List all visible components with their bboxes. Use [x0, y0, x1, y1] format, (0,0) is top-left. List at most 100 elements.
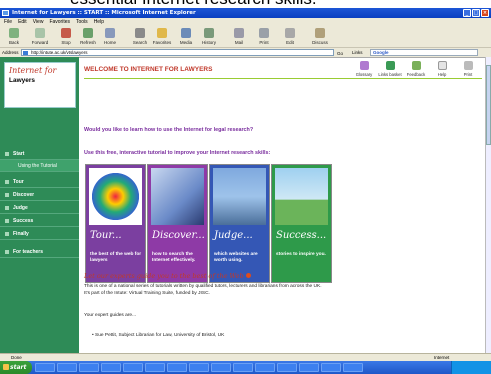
menu-edit[interactable]: Edit [18, 18, 27, 26]
back-button[interactable]: Back [4, 28, 24, 47]
nav-finally[interactable]: Finally [0, 228, 79, 240]
window-controls: _ □ × [463, 9, 489, 17]
help-label: Help [437, 72, 447, 77]
home-button[interactable]: Home [100, 28, 120, 47]
google-toolbar-field[interactable]: Google [370, 49, 478, 56]
edit-button[interactable]: Edit [280, 28, 300, 47]
nav-teachers-label: For teachers [13, 249, 44, 255]
task-button[interactable] [321, 363, 341, 372]
print-page-label: Print [463, 72, 473, 77]
refresh-button[interactable]: Refresh [78, 28, 98, 47]
task-button[interactable] [101, 363, 121, 372]
links-button[interactable]: Links [352, 48, 363, 57]
discuss-button[interactable]: Discuss [310, 28, 330, 47]
nav-judge[interactable]: Judge [0, 202, 79, 214]
card-tour-title: Tour... [90, 230, 122, 241]
favorites-label: Favorites [152, 40, 172, 45]
home-label: Home [103, 40, 116, 45]
tour-globe-image [89, 168, 142, 225]
nav-tour[interactable]: Tour [0, 176, 79, 188]
nav-success-label: Success [13, 218, 34, 224]
intro-text: Use this free, interactive tutorial to i… [84, 150, 271, 156]
card-tour-desc: the best of the web for lawyers [90, 252, 142, 263]
card-success[interactable]: Success... stories to inspire you. [271, 164, 332, 283]
utility-toolbar: Glossary Links basket Feedback Help Prin… [351, 61, 481, 77]
nav-tour-label: Tour [13, 179, 24, 185]
print-button[interactable]: Print [254, 28, 274, 47]
nav-judge-label: Judge [13, 205, 28, 211]
minimize-icon[interactable]: _ [463, 9, 471, 17]
card-success-desc: stories to inspire you. [276, 252, 326, 257]
card-discover[interactable]: Discover... how to search the Internet e… [147, 164, 208, 283]
task-button[interactable] [145, 363, 165, 372]
status-bar: Done Internet [0, 353, 491, 361]
feedback-button[interactable]: Feedback [403, 61, 429, 77]
search-label: Search [132, 40, 148, 45]
maximize-icon[interactable]: □ [472, 9, 480, 17]
task-button[interactable] [57, 363, 77, 372]
task-button[interactable] [189, 363, 209, 372]
vertical-scrollbar[interactable] [485, 57, 491, 353]
task-button[interactable] [255, 363, 275, 372]
menu-favorites[interactable]: Favorites [49, 18, 70, 26]
card-success-title: Success... [276, 230, 327, 241]
media-button[interactable]: Media [176, 28, 196, 47]
task-button[interactable] [277, 363, 297, 372]
nav-discover[interactable]: Discover [0, 189, 79, 201]
logo-line2: Lawyers [9, 77, 36, 84]
nav-start[interactable]: Start [0, 148, 79, 160]
back-arrow-icon [9, 28, 19, 38]
menu-file[interactable]: File [4, 18, 12, 26]
nav-success[interactable]: Success [0, 215, 79, 227]
nav-bullet-icon [5, 232, 9, 236]
edit-label: Edit [286, 40, 294, 45]
address-input[interactable]: http://intute.ac.uk/vtslawyers [21, 49, 334, 56]
links-basket-icon [385, 61, 395, 70]
address-label: Address [2, 50, 19, 55]
forward-label: Forward [31, 40, 49, 45]
start-label: start [10, 364, 27, 371]
zone-text: Internet [434, 355, 450, 360]
card-judge-title: Judge... [214, 230, 253, 241]
task-button[interactable] [211, 363, 231, 372]
history-button[interactable]: History [199, 28, 219, 47]
task-button[interactable] [343, 363, 363, 372]
logo-line1: Internet for [9, 66, 57, 75]
close-icon[interactable]: × [481, 9, 489, 17]
task-button[interactable] [79, 363, 99, 372]
menu-tools[interactable]: Tools [76, 18, 88, 26]
window-titlebar[interactable]: Internet for Lawyers :: START :: Microso… [0, 8, 491, 18]
glossary-button[interactable]: Glossary [351, 61, 377, 77]
card-tour[interactable]: Tour... the best of the web for lawyers [85, 164, 146, 283]
favorites-button[interactable]: Favorites [152, 28, 172, 47]
start-button[interactable]: start [0, 361, 32, 374]
experts-heading-text: Let our experts guide you to the best of… [84, 272, 244, 280]
links-basket-button[interactable]: Links basket [377, 61, 403, 77]
mail-button[interactable]: Mail [229, 28, 249, 47]
intro-question: Would you like to learn how to use the I… [84, 127, 254, 133]
forward-arrow-icon [35, 28, 45, 38]
scrollbar-thumb[interactable] [486, 65, 491, 145]
search-button[interactable]: Search [130, 28, 150, 47]
site-logo[interactable]: Internet for Lawyers [4, 62, 76, 108]
task-button[interactable] [233, 363, 253, 372]
print-page-button[interactable]: Print [455, 61, 481, 77]
stop-button[interactable]: Stop [56, 28, 76, 47]
refresh-label: Refresh [80, 40, 96, 45]
nav-for-teachers[interactable]: For teachers [0, 246, 79, 258]
caption-text: essential Internet research skills. [0, 0, 491, 8]
nav-using-the-tutorial[interactable]: Using the Tutorial [0, 160, 79, 172]
task-button[interactable] [167, 363, 187, 372]
print-icon [463, 61, 473, 70]
card-judge[interactable]: Judge... which websites are worth using. [209, 164, 270, 283]
forward-button[interactable]: Forward [30, 28, 50, 47]
print-icon [259, 28, 269, 38]
menu-help[interactable]: Help [94, 18, 104, 26]
nav-bullet-icon [5, 152, 9, 156]
menu-view[interactable]: View [33, 18, 44, 26]
task-button[interactable] [299, 363, 319, 372]
help-button[interactable]: Help [429, 61, 455, 77]
task-button[interactable] [123, 363, 143, 372]
intute-paragraph: It's part of the Intute: Virtual Trainin… [84, 291, 210, 296]
task-button[interactable] [35, 363, 55, 372]
